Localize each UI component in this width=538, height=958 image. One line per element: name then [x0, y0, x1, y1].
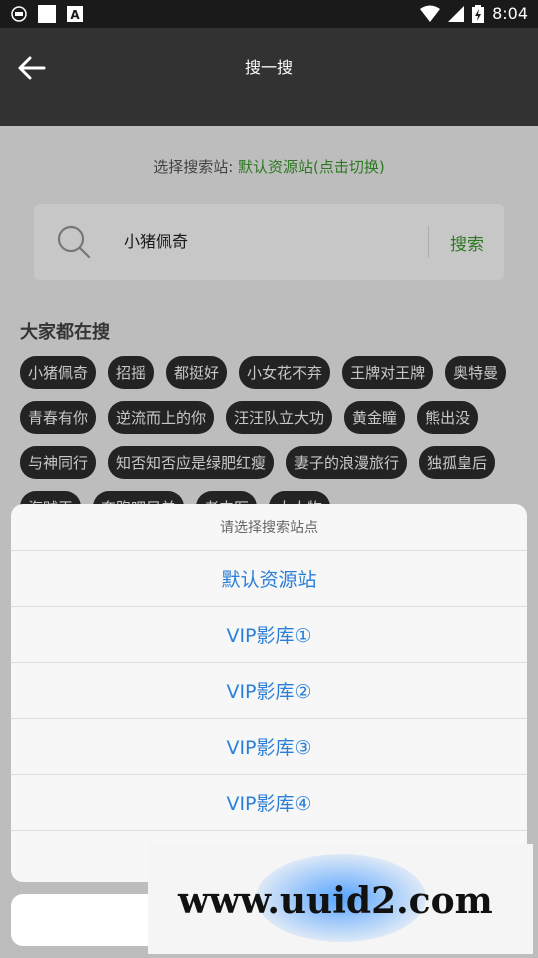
vpn-icon — [11, 6, 27, 22]
site-option-vip1[interactable]: VIP影库① — [11, 607, 527, 663]
site-picker-sheet: 请选择搜索站点 默认资源站 VIP影库① VIP影库② VIP影库③ VIP影库… — [11, 504, 527, 882]
site-option-vip3[interactable]: VIP影库③ — [11, 719, 527, 775]
svg-text:A: A — [70, 8, 80, 22]
status-icons-right: 8:04 — [420, 4, 528, 23]
page-title: 搜一搜 — [244, 58, 293, 77]
signal-icon — [448, 5, 465, 22]
status-bar: A 8:04 — [0, 0, 538, 28]
battery-icon — [472, 4, 485, 23]
site-option-vip2[interactable]: VIP影库② — [11, 663, 527, 719]
clock: 8:04 — [492, 4, 528, 23]
app-bar: 搜一搜 — [0, 28, 538, 126]
watermark-text: www.uuid2.com — [178, 880, 493, 922]
watermark: www.uuid2.com — [148, 844, 533, 954]
wifi-icon — [420, 5, 441, 22]
a-letter-icon: A — [67, 6, 83, 22]
site-option-default[interactable]: 默认资源站 — [11, 551, 527, 607]
status-icons-left: A — [10, 5, 84, 23]
site-option-vip4[interactable]: VIP影库④ — [11, 775, 527, 831]
sheet-title: 请选择搜索站点 — [11, 504, 527, 551]
notification-square-icon — [38, 5, 56, 23]
